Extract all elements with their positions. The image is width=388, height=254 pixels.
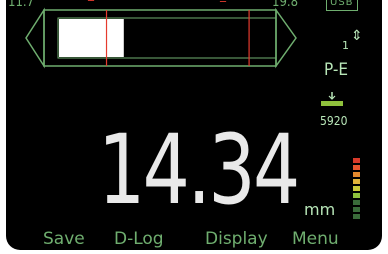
save-softkey[interactable]: Save — [43, 229, 85, 249]
measurement-mode: P-E — [324, 60, 349, 80]
signal-segment — [353, 158, 360, 163]
signal-segment — [353, 193, 360, 198]
bar-fill — [59, 19, 124, 57]
signal-segment — [353, 165, 360, 170]
bar-right-arrow-icon — [275, 7, 297, 69]
thickness-reading: 14.34 — [98, 114, 300, 226]
velocity-icon — [321, 92, 343, 106]
signal-segment — [353, 207, 360, 212]
signal-segment — [353, 186, 360, 191]
bar-left-arrow-icon — [25, 7, 45, 69]
probe-select-icon: ⇕ — [351, 28, 363, 44]
signal-segment — [353, 179, 360, 184]
menu-softkey[interactable]: Menu — [292, 229, 339, 249]
sound-velocity: 5920 — [320, 114, 348, 128]
display-softkey[interactable]: Display — [205, 229, 268, 249]
probe-number: 1 — [342, 39, 349, 52]
gauge-screen: 11.7 19.8 USB ┴ ╩ ⇕ 1 P-E 5920 14.34 mm … — [6, 0, 382, 250]
d-log-softkey[interactable]: D-Log — [114, 229, 164, 249]
reading-unit: mm — [304, 200, 336, 219]
signal-segment — [353, 214, 360, 219]
signal-strength-meter — [353, 158, 360, 221]
signal-segment — [353, 200, 360, 205]
signal-segment — [353, 172, 360, 177]
softkey-bar: Save D-Log Display Menu — [6, 229, 382, 250]
